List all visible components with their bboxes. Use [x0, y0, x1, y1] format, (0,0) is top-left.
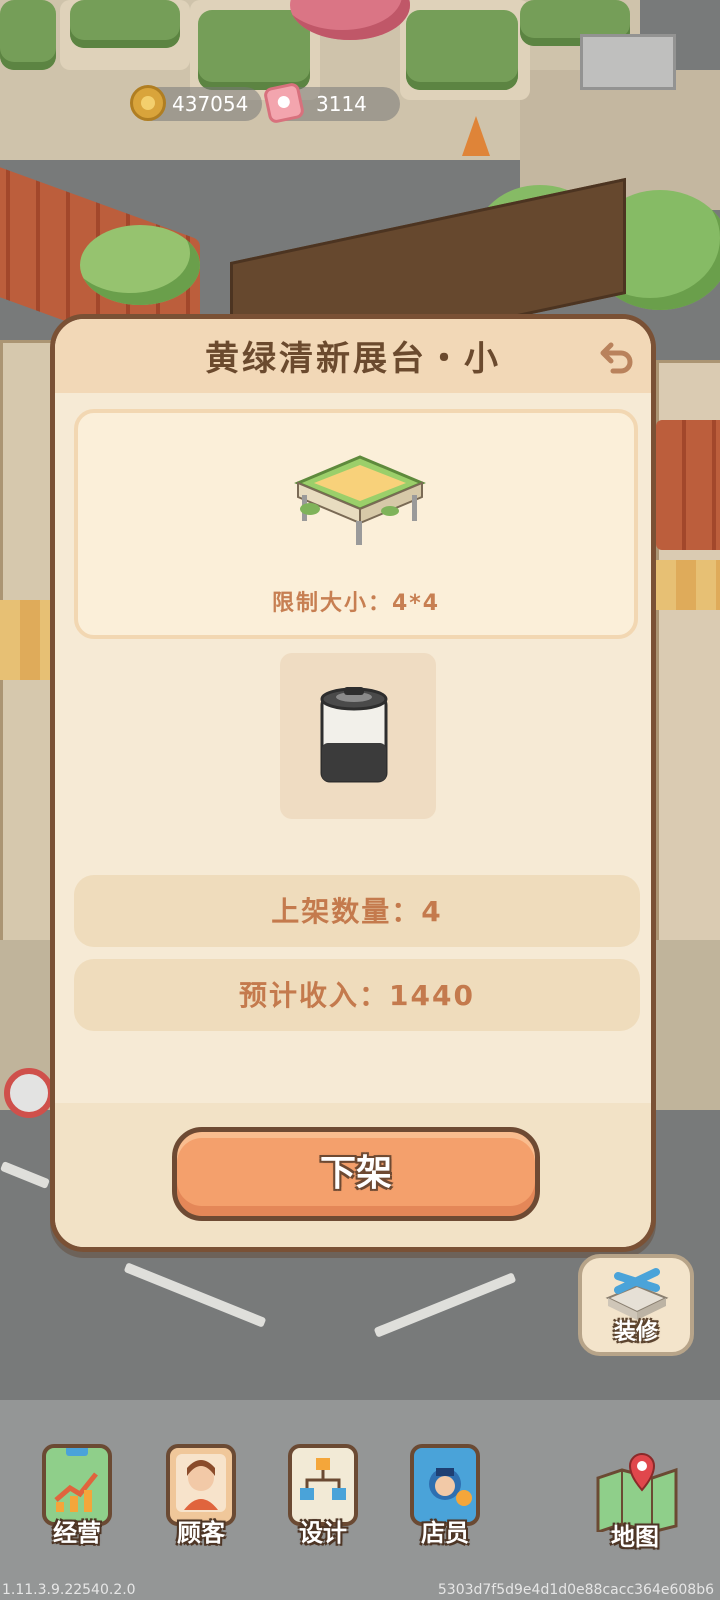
display-stand-icon [294, 455, 426, 545]
coin-icon [130, 85, 166, 121]
nav-map[interactable]: 地图 [580, 1448, 690, 1551]
coin-amount: 437054 [172, 92, 249, 116]
decorate-button[interactable]: 装修 [578, 1254, 694, 1356]
nav-staff[interactable]: 店员 [402, 1444, 488, 1547]
nav-label: 设计 [299, 1519, 347, 1547]
coin-counter: 437054 [130, 85, 262, 121]
remove-from-shelf-button[interactable]: 下架 [172, 1127, 540, 1221]
expected-income: 预计收入：1440 [74, 959, 640, 1031]
ticket-icon [262, 81, 306, 125]
back-arrow-icon [600, 342, 633, 374]
ticket-counter: 3114 [262, 81, 400, 125]
size-limit-label: 限制大小：4*4 [271, 591, 441, 616]
build-hash-text: 5303d7f5d9e4d1d0e88cacc364e608b6 [437, 1582, 714, 1598]
nav-design[interactable]: 设计 [280, 1444, 366, 1547]
nav-label: 地图 [611, 1523, 659, 1551]
back-button[interactable] [597, 337, 637, 377]
remove-button-label: 下架 [319, 1153, 392, 1194]
ticket-amount: 3114 [316, 92, 367, 116]
version-text: 1.11.3.9.22540.2.0 [2, 1582, 136, 1598]
decorate-label: 装修 [613, 1320, 658, 1345]
shelf-count: 上架数量：4 [74, 875, 640, 947]
nav-label: 经营 [53, 1519, 101, 1547]
dialog-title: 黄绿清新展台・小 [205, 339, 501, 379]
display-stand-dialog: 黄绿清新展台・小 限制大小：4*4 上架数量：4 预计收入：1440 下架 [50, 314, 656, 1252]
nav-label: 顾客 [177, 1519, 225, 1547]
nav-operations[interactable]: 经营 [34, 1444, 120, 1547]
item-slot[interactable] [280, 653, 436, 819]
nav-customers[interactable]: 顾客 [158, 1444, 244, 1547]
nav-label: 店员 [421, 1519, 469, 1547]
stand-preview: 限制大小：4*4 [74, 409, 638, 639]
washing-machine-icon [320, 687, 388, 783]
